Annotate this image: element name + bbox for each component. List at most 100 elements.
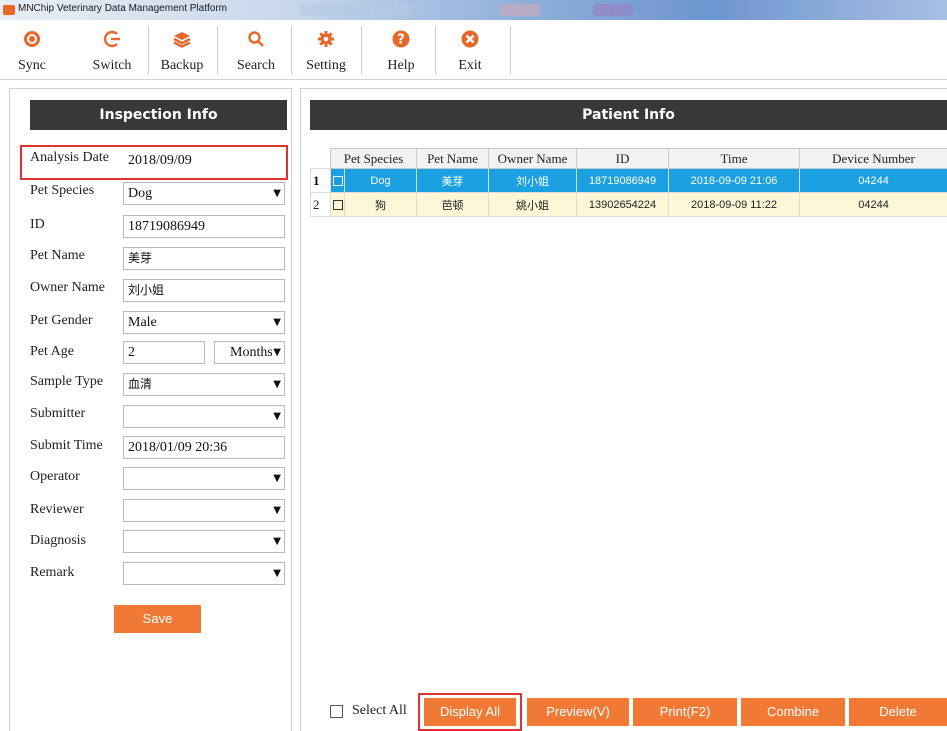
id-label: ID (30, 217, 45, 232)
pet-species-label: Pet Species (30, 183, 95, 198)
time-cell: 2018-09-09 21:06 (668, 168, 801, 193)
pet-gender-select[interactable]: Male ▼ (123, 311, 285, 334)
pet-species-cell: 狗 (343, 192, 418, 217)
row-checkbox-cell (330, 192, 345, 217)
dropdown-arrow-icon[interactable]: ▼ (273, 374, 281, 395)
search-icon (248, 31, 264, 47)
patient-table: Pet Species Pet Name Owner Name ID Time … (310, 148, 947, 217)
pet-species-select[interactable]: Dog ▼ (123, 182, 285, 205)
pet-name-label: Pet Name (30, 248, 85, 263)
toolbar-divider (148, 26, 149, 74)
owner-name-cell: 姚小姐 (488, 192, 578, 217)
pet-age-label: Pet Age (30, 344, 74, 359)
owner-name-cell: 刘小姐 (488, 168, 578, 193)
pet-gender-value: Male (128, 315, 157, 330)
title-bar-decoration (593, 4, 633, 16)
column-header-owner-name[interactable]: Owner Name (488, 148, 578, 169)
pet-species-cell: Dog (343, 168, 418, 193)
help-button[interactable]: ? Help (378, 20, 424, 78)
help-icon: ? (392, 30, 410, 48)
title-bar: MNChip Veterinary Data Management Platfo… (0, 0, 947, 20)
backup-icon (173, 32, 191, 48)
window-title: MNChip Veterinary Data Management Platfo… (18, 3, 227, 14)
dropdown-arrow-icon[interactable]: ▼ (273, 312, 281, 333)
remark-label: Remark (30, 565, 75, 580)
device-number-cell: 04244 (799, 168, 947, 193)
setting-label: Setting (306, 58, 346, 73)
toolbar-divider (435, 26, 436, 74)
dropdown-arrow-icon[interactable]: ▼ (273, 500, 281, 521)
time-cell: 2018-09-09 11:22 (668, 192, 801, 217)
submit-time-label: Submit Time (30, 438, 103, 453)
row-number-header (310, 148, 331, 169)
table-row[interactable]: 2 狗 芭顿 姚小姐 13902654224 2018-09-09 11:22 … (310, 192, 947, 217)
switch-button[interactable]: Switch (86, 20, 138, 78)
pet-name-field[interactable]: 美芽 (123, 247, 285, 270)
analysis-date-field[interactable]: 2018/09/09 (123, 149, 285, 172)
sync-button[interactable]: Sync (12, 20, 52, 78)
reviewer-select[interactable]: ▼ (123, 499, 285, 522)
setting-button[interactable]: Setting (300, 20, 352, 78)
dropdown-arrow-icon[interactable]: ▼ (273, 406, 281, 427)
pet-age-unit-select[interactable]: Months ▼ (214, 341, 285, 364)
column-header-id[interactable]: ID (576, 148, 670, 169)
table-row[interactable]: 1 Dog 美芽 刘小姐 18719086949 2018-09-09 21:0… (310, 168, 947, 193)
toolbar-divider (361, 26, 362, 74)
id-cell: 13902654224 (576, 192, 670, 217)
exit-label: Exit (458, 58, 482, 73)
dropdown-arrow-icon[interactable]: ▼ (273, 563, 281, 584)
reviewer-label: Reviewer (30, 502, 84, 517)
id-cell: 18719086949 (576, 168, 670, 193)
preview-button[interactable]: Preview(V) (527, 698, 629, 726)
sample-type-select[interactable]: 血清 ▼ (123, 373, 285, 396)
column-header-pet-name[interactable]: Pet Name (416, 148, 490, 169)
print-button[interactable]: Print(F2) (633, 698, 737, 726)
id-field[interactable]: 18719086949 (123, 215, 285, 238)
operator-label: Operator (30, 469, 80, 484)
backup-button[interactable]: Backup (156, 20, 208, 78)
row-number: 2 (310, 192, 331, 217)
pet-age-unit-value: Months (230, 345, 273, 360)
submitter-select[interactable]: ▼ (123, 405, 285, 428)
pet-species-value: Dog (128, 186, 153, 201)
svg-text:?: ? (397, 33, 405, 48)
dropdown-arrow-icon[interactable]: ▼ (273, 531, 281, 552)
column-header-pet-species[interactable]: Pet Species (329, 148, 418, 169)
toolbar-divider (217, 26, 218, 74)
submit-time-field[interactable]: 2018/01/09 20:36 (123, 436, 285, 459)
switch-label: Switch (92, 58, 132, 73)
search-button[interactable]: Search (230, 20, 282, 78)
display-all-button[interactable]: Display All (424, 698, 516, 726)
column-header-time[interactable]: Time (668, 148, 801, 169)
switch-icon (103, 30, 120, 48)
owner-name-field[interactable]: 刘小姐 (123, 279, 285, 302)
title-bar-decoration (500, 4, 540, 16)
diagnosis-select[interactable]: ▼ (123, 530, 285, 553)
owner-name-label: Owner Name (30, 280, 106, 295)
toolbar-divider (291, 26, 292, 74)
exit-button[interactable]: Exit (448, 20, 492, 78)
column-header-device-number[interactable]: Device Number (799, 148, 947, 169)
pet-name-cell: 美芽 (416, 168, 490, 193)
device-number-cell: 04244 (799, 192, 947, 217)
row-checkbox[interactable] (332, 199, 343, 210)
dropdown-arrow-icon[interactable]: ▼ (273, 183, 281, 204)
sync-label: Sync (18, 58, 46, 73)
pet-age-field[interactable]: 2 (123, 341, 205, 364)
row-checkbox[interactable] (332, 175, 343, 186)
delete-button[interactable]: Delete (849, 698, 947, 726)
toolbar: Sync Switch Backup Search Setting ? Help… (0, 20, 947, 80)
operator-select[interactable]: ▼ (123, 467, 285, 490)
table-header-row: Pet Species Pet Name Owner Name ID Time … (310, 148, 947, 169)
combine-button[interactable]: Combine (741, 698, 845, 726)
app-logo-icon (3, 5, 15, 15)
sample-type-label: Sample Type (30, 374, 104, 389)
search-label: Search (236, 58, 276, 73)
close-icon (461, 30, 479, 48)
save-button[interactable]: Save (114, 605, 201, 633)
remark-select[interactable]: ▼ (123, 562, 285, 585)
dropdown-arrow-icon[interactable]: ▼ (273, 468, 281, 489)
select-all-checkbox[interactable] (330, 705, 343, 718)
dropdown-arrow-icon[interactable]: ▼ (272, 342, 281, 363)
select-all-label: Select All (352, 703, 407, 718)
